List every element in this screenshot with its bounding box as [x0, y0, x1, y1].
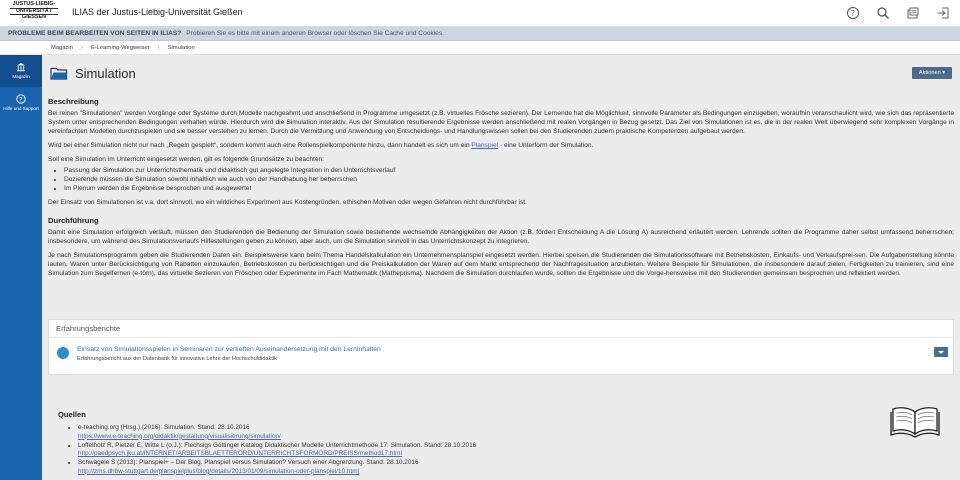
page-title: Simulation [75, 66, 136, 81]
paragraph: Bei reinen "Simulationen" werden Vorgäng… [48, 110, 954, 135]
university-logo[interactable]: JUSTUS-LIEBIG- UNIVERSITÄT GIESSEN [7, 1, 61, 24]
list-item: Dozierende müssen die Simulation sowohl … [64, 175, 954, 184]
breadcrumb-item-wegweiser[interactable]: E-Learning-Wegweiser [91, 45, 150, 51]
logo-line-1: JUSTUS-LIEBIG- [12, 1, 56, 7]
open-book-icon [890, 407, 940, 438]
heading-durchfuehrung: Durchführung [48, 216, 99, 225]
report-description: Erfahrungsbericht aus der Datenbank für … [77, 356, 277, 362]
svg-text:?: ? [19, 95, 22, 103]
logout-icon[interactable] [936, 6, 950, 20]
app-title: ILIAS der Justus-Liebig-Universität Gieß… [72, 7, 243, 17]
heading-beschreibung: Beschreibung [48, 97, 99, 106]
folder-icon [50, 67, 68, 80]
list-item: Im Plenum werden die Ergebnisse besproch… [64, 184, 954, 193]
item-actions-dropdown[interactable] [934, 347, 948, 357]
notifications-icon[interactable] [906, 6, 920, 20]
source-link[interactable]: https://www.e-teaching.org/didaktik/gest… [78, 433, 281, 440]
search-icon[interactable] [876, 6, 890, 20]
sources-list: e-teaching.org (Hrsg.) (2016): Simulatio… [78, 424, 878, 476]
breadcrumb-item-simulation[interactable]: Simulation [168, 45, 195, 51]
paragraph: Soll eine Simulation im Unterricht einge… [48, 156, 324, 163]
svg-text:?: ? [851, 9, 855, 18]
sources-section: Quellen e-teaching.org (Hrsg.) (2016): S… [58, 410, 878, 477]
paragraph: Damit eine Simulation erfolgreich verläu… [48, 229, 954, 245]
logo-line-3: GIESSEN [22, 14, 46, 21]
list-item: e-teaching.org (Hrsg.) (2016): Simulatio… [78, 424, 878, 441]
sidebar-item-help[interactable]: ? Hilfe und Support [0, 87, 42, 119]
paragraph: Der Einsatz von Simulationen ist v.a. do… [48, 199, 527, 206]
source-link[interactable]: http://paedpsych.jku.at/INTERNET/ARBEITS… [78, 450, 402, 457]
warning-banner: PROBLEME BEIM BEARBEITEN VON SEITEN IN I… [0, 27, 960, 41]
source-link[interactable]: http://zms.dhbw-stuttgart.de/planspielpl… [78, 468, 359, 475]
actions-label: Aktionen [918, 70, 941, 76]
breadcrumb: Magazin › E-Learning-Wegweiser › Simulation [0, 41, 960, 55]
sidebar-item-magazin[interactable]: Magazin [0, 55, 42, 87]
paragraph: Je nach Simulationsprogramm geben die St… [48, 252, 954, 277]
top-header: JUSTUS-LIEBIG- UNIVERSITÄT GIESSEN ILIAS… [0, 0, 960, 27]
breadcrumb-item-magazin[interactable]: Magazin [51, 45, 73, 51]
list-item: Passung der Simulation zur Unterrichtsth… [64, 166, 954, 175]
sidebar-item-label: Magazin [12, 74, 30, 79]
panel-header: Erfahrungsberichte [49, 320, 953, 338]
warning-title: PROBLEME BEIM BEARBEITEN VON SEITEN IN I… [8, 30, 182, 37]
list-item: Loffelholz R, Pietzer E, Witte L (o.J.):… [78, 442, 878, 459]
report-icon [57, 347, 69, 359]
planspiel-link[interactable]: Planspiel [471, 142, 498, 149]
report-link[interactable]: Einsatz von Simulationsspielen in Semina… [77, 346, 381, 353]
list-item: Schwägele S (2013): Planspiel+ – Der Blo… [78, 459, 878, 476]
help-icon[interactable]: ? [846, 6, 860, 20]
help-icon: ? [16, 94, 26, 104]
actions-button[interactable]: Aktionen ▾ [912, 67, 952, 79]
heading-quellen: Quellen [58, 410, 86, 419]
paragraph: Wird bei einer Simulation nicht nur nach… [48, 142, 594, 149]
list-item: Einsatz von Simulationsspielen in Semina… [49, 342, 953, 372]
erfahrungsberichte-panel: Erfahrungsberichte Einsatz von Simulatio… [48, 319, 954, 375]
page-body: Beschreibung Bei reinen "Simulationen" w… [48, 97, 954, 283]
sidebar-item-label: Hilfe und Support [3, 106, 39, 111]
principles-list: Passung der Simulation zur Unterrichtsth… [64, 166, 954, 193]
warning-text: Probieren Sie es bitte mit einem anderen… [186, 30, 444, 37]
bank-icon [17, 63, 25, 72]
main-content: Simulation Aktionen ▾ Beschreibung Bei r… [42, 55, 960, 480]
sidebar: Magazin ? Hilfe und Support [0, 55, 42, 480]
